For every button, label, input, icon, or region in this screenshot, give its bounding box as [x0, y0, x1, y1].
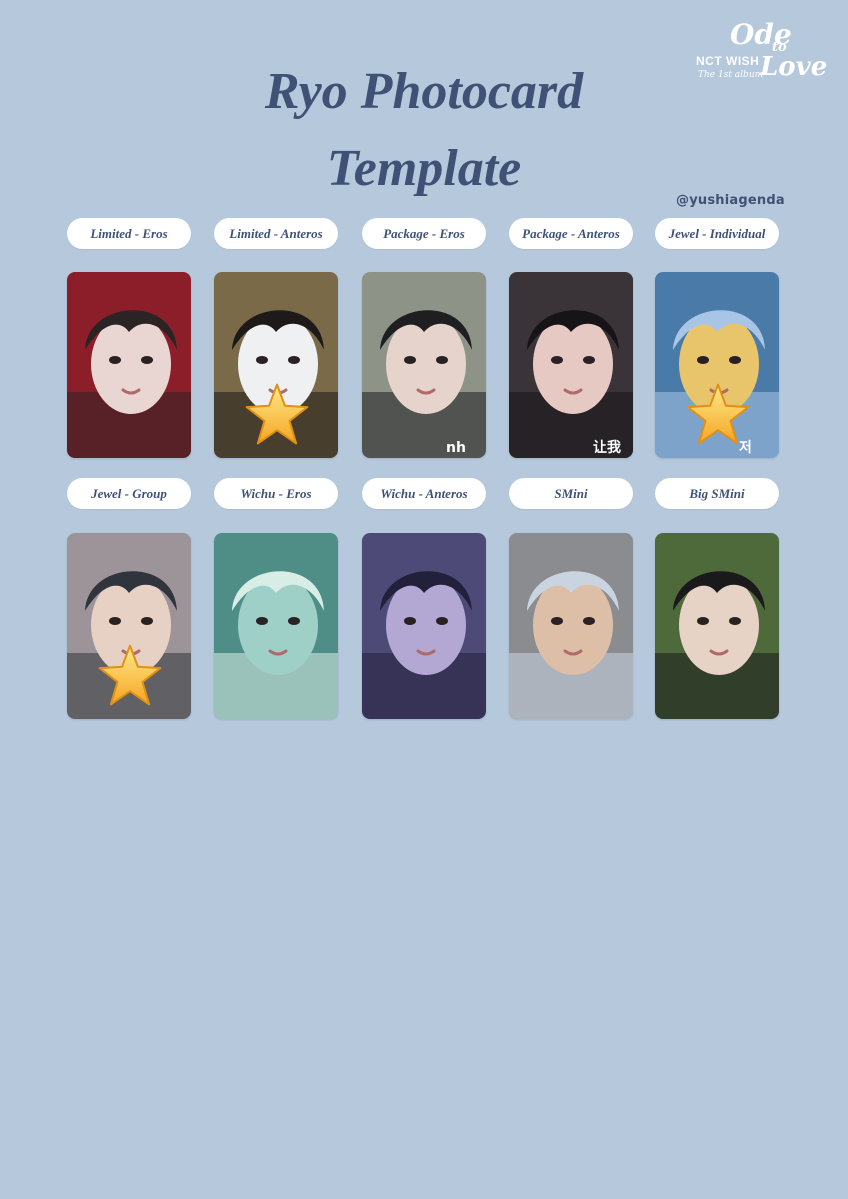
card-overlay-text: nh [446, 440, 466, 456]
page-title-line-2: Template [326, 140, 522, 197]
album-logo: Ode to Love NCT WISH The 1st album [690, 18, 830, 88]
card-label: SMini [509, 478, 633, 509]
logo-word-love: Love [760, 52, 828, 82]
logo-subtitle: The 1st album [698, 70, 764, 80]
card-label: Limited - Eros [67, 218, 191, 249]
logo-brand: NCT WISH [696, 54, 760, 68]
star-icon [97, 643, 163, 709]
photocard-image [362, 533, 486, 719]
card-label: Wichu - Eros [214, 478, 338, 509]
card-label: Jewel - Individual [655, 218, 779, 249]
photocard-image: nh [362, 272, 486, 458]
creator-handle: @yushiagenda [676, 193, 785, 208]
star-icon [685, 382, 751, 448]
card-overlay-text: 让我 [593, 439, 621, 456]
photocard-image [67, 272, 191, 458]
photocard-image: 让我 [509, 272, 633, 458]
photocard-image [509, 533, 633, 719]
card-label: Package - Anteros [509, 218, 633, 249]
card-label: Jewel - Group [67, 478, 191, 509]
card-label: Wichu - Anteros [362, 478, 486, 509]
card-label: Package - Eros [362, 218, 486, 249]
photocard-image [214, 533, 338, 719]
card-label: Big SMini [655, 478, 779, 509]
star-icon [244, 382, 310, 448]
card-label: Limited - Anteros [214, 218, 338, 249]
photocard-image [655, 533, 779, 719]
